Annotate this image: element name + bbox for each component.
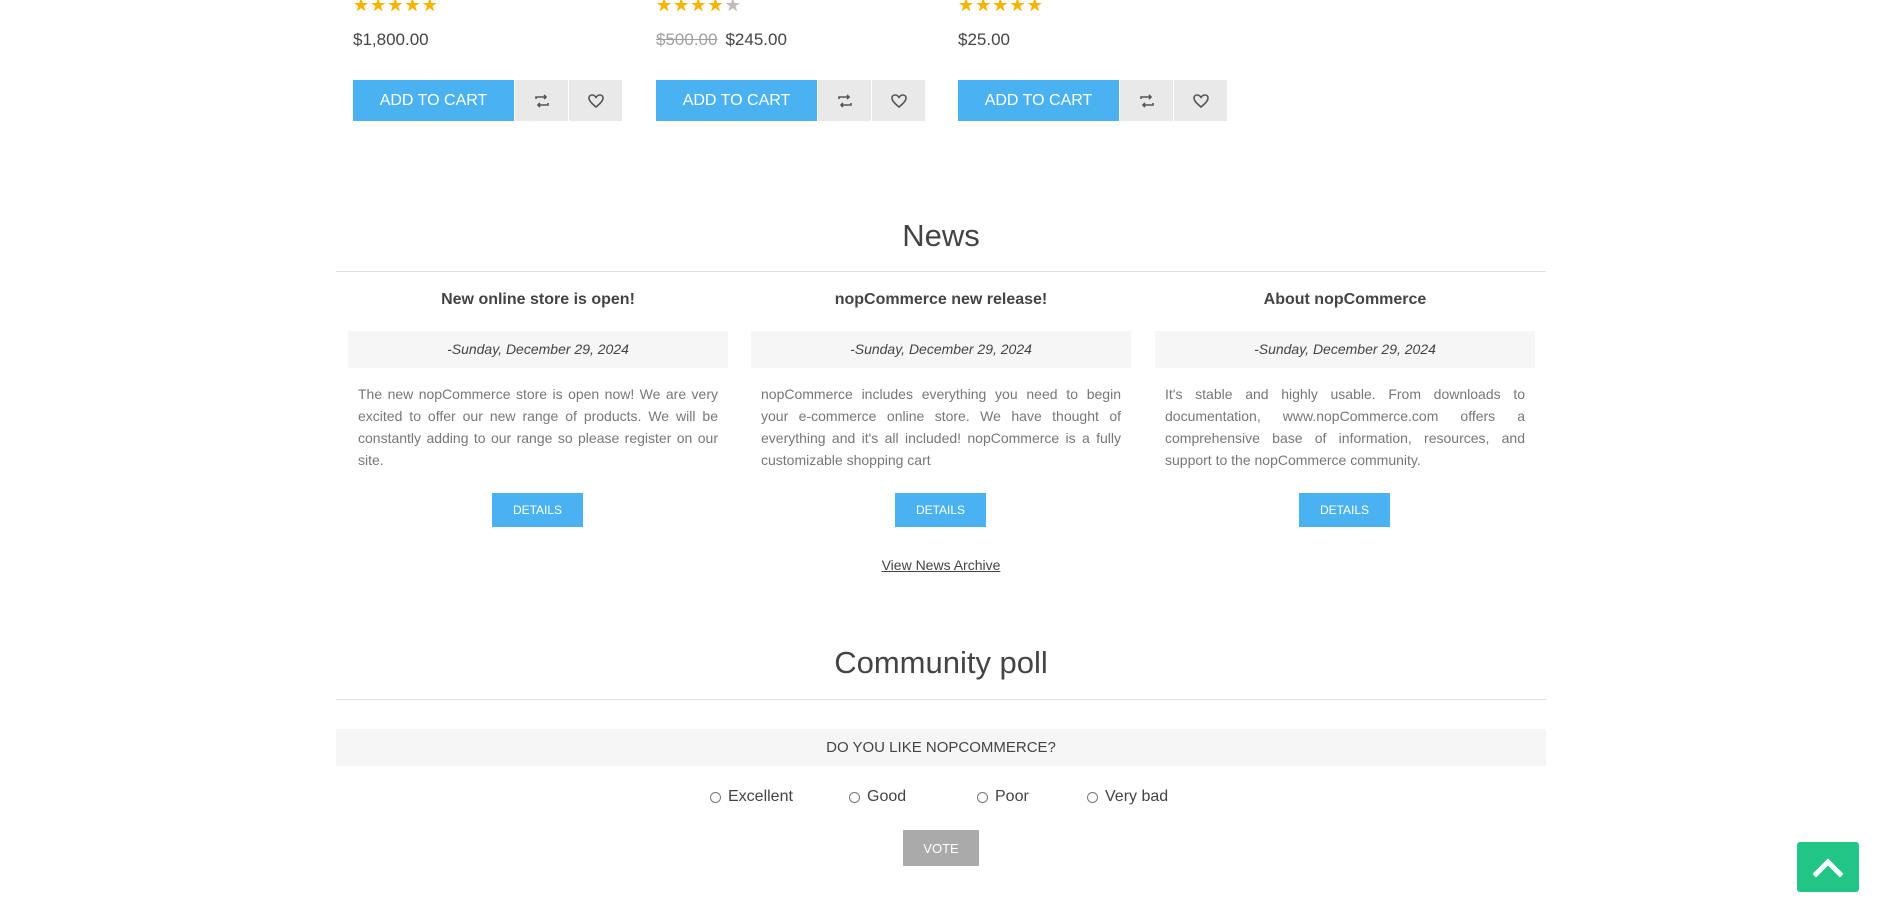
star-icon: ★ xyxy=(673,0,690,15)
product-rating: ★ ★ ★ ★ ★ xyxy=(656,0,741,16)
news-item-date: -Sunday, December 29, 2024 xyxy=(751,331,1131,368)
poll-option-label: Poor xyxy=(995,788,1029,805)
poll-option-good[interactable]: Good xyxy=(849,787,906,807)
add-to-compare-button[interactable] xyxy=(1120,80,1173,121)
star-icon: ★ xyxy=(975,0,992,15)
add-to-cart-button[interactable]: ADD TO CART xyxy=(353,80,514,121)
view-news-archive-link[interactable]: View News Archive xyxy=(0,557,1882,573)
poll-radio[interactable] xyxy=(849,791,860,803)
news-item-title[interactable]: New online store is open! xyxy=(348,291,728,309)
product-buttons: ADD TO CART xyxy=(656,80,925,121)
compare-arrows-icon xyxy=(1139,93,1154,108)
add-to-wishlist-button[interactable] xyxy=(872,80,925,121)
star-icon: ★ xyxy=(1009,0,1026,15)
poll-section-title: Community poll xyxy=(834,645,1048,680)
star-icon: ★ xyxy=(353,0,370,15)
add-to-compare-button[interactable] xyxy=(515,80,568,121)
poll-divider xyxy=(336,699,1546,700)
poll-option-very-bad[interactable]: Very bad xyxy=(1087,787,1168,807)
news-item-date: -Sunday, December 29, 2024 xyxy=(1155,331,1535,368)
product-old-price: $500.00 xyxy=(656,30,718,49)
chevron-up-icon xyxy=(1813,858,1843,877)
news-item-title[interactable]: nopCommerce new release! xyxy=(751,291,1131,309)
poll-radio[interactable] xyxy=(710,791,721,803)
news-item-body: The new nopCommerce store is open now! W… xyxy=(358,386,718,468)
news-details-button[interactable]: DETAILS xyxy=(895,493,986,527)
product-buttons: ADD TO CART xyxy=(353,80,622,121)
news-item-body: nopCommerce includes everything you need… xyxy=(761,386,1121,468)
add-to-wishlist-button[interactable] xyxy=(569,80,622,121)
heart-icon xyxy=(890,93,907,108)
product-rating: ★ ★ ★ ★ ★ xyxy=(353,0,438,16)
product-price: $245.00 xyxy=(725,30,787,49)
star-icon: ★ xyxy=(707,0,724,15)
product-buttons: ADD TO CART xyxy=(958,80,1227,121)
product-price: $1,800.00 xyxy=(353,30,429,49)
star-icon: ★ xyxy=(992,0,1009,15)
news-item-title[interactable]: About nopCommerce xyxy=(1155,291,1535,309)
news-divider xyxy=(336,271,1546,272)
add-to-cart-button[interactable]: ADD TO CART xyxy=(656,80,817,121)
star-icon: ★ xyxy=(656,0,673,15)
news-details-button[interactable]: DETAILS xyxy=(492,493,583,527)
news-item-date: -Sunday, December 29, 2024 xyxy=(348,331,728,368)
vote-button[interactable]: VOTE xyxy=(903,830,979,866)
star-icon: ★ xyxy=(1026,0,1043,15)
add-to-cart-button[interactable]: ADD TO CART xyxy=(958,80,1119,121)
product-prices: $500.00 $245.00 xyxy=(656,30,787,50)
star-icon: ★ xyxy=(724,0,741,15)
product-price: $25.00 xyxy=(958,30,1010,49)
product-prices: $1,800.00 xyxy=(353,30,429,50)
poll-radio[interactable] xyxy=(1087,791,1098,803)
star-icon: ★ xyxy=(690,0,707,15)
star-icon: ★ xyxy=(387,0,404,15)
poll-option-poor[interactable]: Poor xyxy=(977,787,1029,807)
star-icon: ★ xyxy=(370,0,387,15)
compare-arrows-icon xyxy=(837,93,852,108)
poll-option-label: Very bad xyxy=(1105,788,1169,805)
news-item-body: It's stable and highly usable. From down… xyxy=(1165,386,1525,468)
product-prices: $25.00 xyxy=(958,30,1010,50)
poll-option-label: Excellent xyxy=(728,788,793,805)
heart-icon xyxy=(1192,93,1209,108)
poll-question: DO YOU LIKE NOPCOMMERCE? xyxy=(336,729,1546,766)
add-to-wishlist-button[interactable] xyxy=(1174,80,1227,121)
news-details-button[interactable]: DETAILS xyxy=(1299,493,1390,527)
scroll-to-top-button[interactable] xyxy=(1797,842,1859,892)
news-section-title: News xyxy=(902,218,980,253)
star-icon: ★ xyxy=(421,0,438,15)
star-icon: ★ xyxy=(958,0,975,15)
heart-icon xyxy=(587,93,604,108)
product-rating: ★ ★ ★ ★ ★ xyxy=(958,0,1043,16)
poll-option-label: Good xyxy=(867,788,907,805)
add-to-compare-button[interactable] xyxy=(818,80,871,121)
poll-radio[interactable] xyxy=(977,791,988,803)
compare-arrows-icon xyxy=(534,93,549,108)
poll-option-excellent[interactable]: Excellent xyxy=(710,787,793,807)
star-icon: ★ xyxy=(404,0,421,15)
